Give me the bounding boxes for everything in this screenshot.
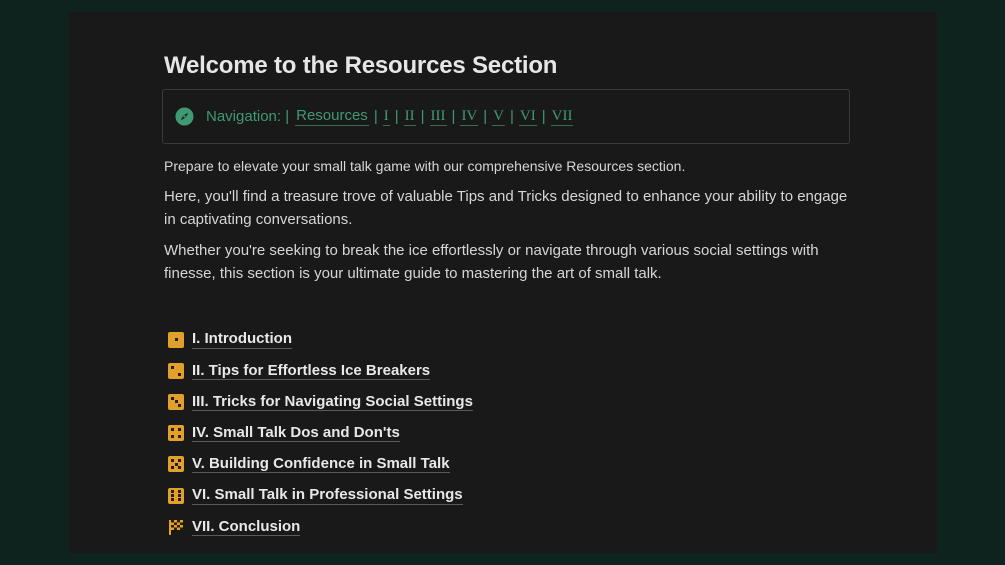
toc-link-dos-and-donts[interactable]: IV. Small Talk Dos and Don'ts xyxy=(192,424,400,443)
toc-item[interactable]: I. Introduction xyxy=(168,324,473,355)
nav-link-iv[interactable]: IV xyxy=(460,107,479,126)
toc-link-confidence[interactable]: V. Building Confidence in Small Talk xyxy=(192,455,450,474)
toc-link-social-settings[interactable]: III. Tricks for Navigating Social Settin… xyxy=(192,393,473,412)
nav-separator: | xyxy=(420,108,425,125)
die-six-icon xyxy=(168,487,184,504)
toc-link-conclusion[interactable]: VII. Conclusion xyxy=(192,518,301,536)
die-four-icon xyxy=(168,425,184,442)
toc-item[interactable]: VI. Small Talk in Professional Settings xyxy=(168,480,473,511)
nav-separator: | xyxy=(541,108,546,125)
page-panel: Welcome to the Resources Section Navigat… xyxy=(69,12,937,553)
checkered-flag-icon xyxy=(169,519,183,535)
nav-separator: | xyxy=(451,108,456,125)
nav-separator: | xyxy=(373,108,378,125)
nav-link-vi[interactable]: VI xyxy=(518,107,537,126)
page-title: Welcome to the Resources Section xyxy=(164,52,558,79)
nav-link-i[interactable]: I xyxy=(382,107,390,126)
toc-link-ice-breakers[interactable]: II. Tips for Effortless Ice Breakers xyxy=(192,362,431,380)
nav-separator: | xyxy=(394,108,399,125)
die-two-icon xyxy=(168,362,184,379)
toc-item[interactable]: IV. Small Talk Dos and Don'ts xyxy=(168,418,473,449)
nav-link-resources[interactable]: Resources xyxy=(295,107,369,126)
die-one-icon xyxy=(168,331,184,348)
navigation-callout: Navigation: | Resources | I | II | III |… xyxy=(162,89,850,144)
navigation-label: Navigation: | xyxy=(206,108,290,125)
nav-separator: | xyxy=(510,108,514,125)
toc-item[interactable]: III. Tricks for Navigating Social Settin… xyxy=(168,386,473,417)
toc-item[interactable]: V. Building Confidence in Small Talk xyxy=(168,449,473,480)
nav-separator: | xyxy=(483,108,488,125)
nav-link-iii[interactable]: III xyxy=(429,107,447,126)
intro-paragraph-2: Here, you'll find a treasure trove of va… xyxy=(164,188,848,228)
table-of-contents: I. Introduction II. Tips for Effortless … xyxy=(168,324,473,542)
toc-link-professional[interactable]: VI. Small Talk in Professional Settings xyxy=(192,486,463,505)
intro-paragraph-1: Prepare to elevate your small talk game … xyxy=(164,158,686,174)
toc-item[interactable]: VII. Conclusion xyxy=(168,511,473,542)
toc-link-introduction[interactable]: I. Introduction xyxy=(192,330,292,349)
toc-item[interactable]: II. Tips for Effortless Ice Breakers xyxy=(168,355,473,386)
die-three-icon xyxy=(168,393,184,410)
intro-paragraph-3: Whether you're seeking to break the ice … xyxy=(164,242,819,282)
nav-link-vii[interactable]: VII xyxy=(550,107,574,126)
compass-icon xyxy=(175,107,194,126)
nav-link-v[interactable]: V xyxy=(492,107,506,126)
nav-link-ii[interactable]: II xyxy=(403,107,416,126)
die-five-icon xyxy=(168,456,184,473)
